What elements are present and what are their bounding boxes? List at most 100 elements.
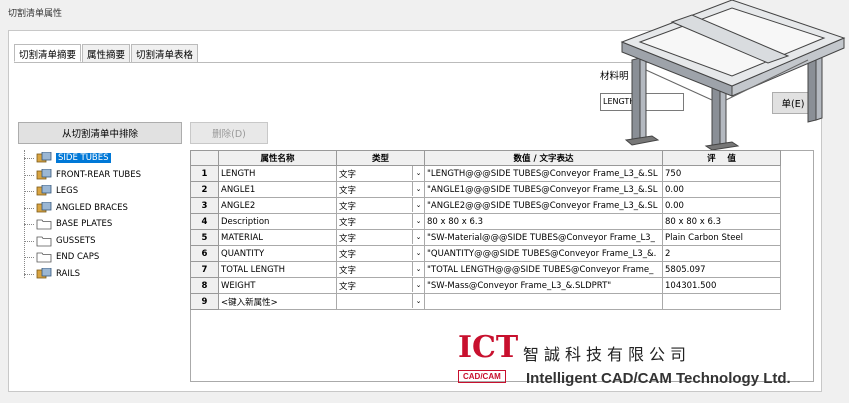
cell-property-name[interactable]: ANGLE2 <box>218 197 337 214</box>
cell-expression[interactable]: "QUANTITY@@@SIDE TUBES@Conveyor Frame_L3… <box>424 245 663 262</box>
table-row: 8 WEIGHT 文字 ⌄ "SW-Mass@Conveyor Frame_L3_… <box>190 277 781 294</box>
folder-icon <box>36 236 52 247</box>
ict-logo: ICT <box>458 330 519 365</box>
cell-expression[interactable] <box>424 293 663 310</box>
chevron-down-icon[interactable]: ⌄ <box>412 294 424 308</box>
company-name-en: Intelligent CAD/CAM Technology Ltd. <box>526 370 791 387</box>
folder-icon <box>36 252 52 263</box>
cell-type-value: 文字 <box>339 201 357 212</box>
tree-item-gussets[interactable]: GUSSETS <box>24 233 188 250</box>
tree-item-angled-braces[interactable]: ANGLED BRACES <box>24 200 188 217</box>
chevron-down-icon[interactable]: ⌄ <box>412 246 424 260</box>
cell-expression[interactable]: 80 x 80 x 6.3 <box>424 213 663 230</box>
cell-property-name[interactable]: MATERIAL <box>218 229 337 246</box>
chevron-down-icon[interactable]: ⌄ <box>412 214 424 228</box>
cutlist-tree: SIDE TUBES FRONT-REAR TUBES LEGS ANGLED … <box>24 150 188 382</box>
delete-button[interactable]: 删除(D) <box>190 122 268 144</box>
cell-type[interactable]: 文字 ⌄ <box>336 197 425 214</box>
table-row: 2 ANGLE1 文字 ⌄ "ANGLE1@@@SIDE TUBES@Convey… <box>190 181 781 198</box>
header-type[interactable]: 类型 <box>336 150 425 166</box>
chevron-down-icon[interactable]: ⌄ <box>412 166 424 180</box>
cell-type-value: 文字 <box>339 281 357 292</box>
tree-item-base-plates[interactable]: BASE PLATES <box>24 216 188 233</box>
cell-expression[interactable]: "TOTAL LENGTH@@@SIDE TUBES@Conveyor Fram… <box>424 261 663 278</box>
tab-cutlist-summary[interactable]: 切割清单摘要 <box>14 44 82 62</box>
cell-evaluated-value: 0.00 <box>662 181 781 198</box>
cell-type-value: 文字 <box>339 265 357 276</box>
row-number[interactable]: 4 <box>190 213 219 230</box>
cell-evaluated-value: 0.00 <box>662 197 781 214</box>
cell-expression[interactable]: "SW-Material@@@SIDE TUBES@Conveyor Frame… <box>424 229 663 246</box>
folder-icon <box>36 219 52 230</box>
cell-property-name[interactable]: WEIGHT <box>218 277 337 294</box>
tree-item-label: ANGLED BRACES <box>56 202 128 213</box>
conveyor-frame-preview <box>620 0 846 150</box>
row-number[interactable]: 6 <box>190 245 219 262</box>
tree-item-label: GUSSETS <box>56 235 96 246</box>
tree-item-front-rear-tubes[interactable]: FRONT-REAR TUBES <box>24 167 188 184</box>
chevron-down-icon[interactable]: ⌄ <box>412 278 424 292</box>
row-number[interactable]: 2 <box>190 181 219 198</box>
row-number[interactable]: 9 <box>190 293 219 310</box>
tree-item-label: END CAPS <box>56 252 100 263</box>
weldment-icon <box>36 185 52 196</box>
row-number[interactable]: 3 <box>190 197 219 214</box>
tree-item-side-tubes[interactable]: SIDE TUBES <box>24 150 188 167</box>
tree-item-label: LEGS <box>56 186 79 197</box>
cell-evaluated-value: 104301.500 <box>662 277 781 294</box>
header-expression[interactable]: 数值 / 文字表达 <box>424 150 663 166</box>
cell-type-value: 文字 <box>339 233 357 244</box>
header-property-name[interactable]: 属性名称 <box>218 150 337 166</box>
chevron-down-icon[interactable]: ⌄ <box>412 230 424 244</box>
cell-type[interactable]: 文字 ⌄ <box>336 261 425 278</box>
cell-property-name[interactable]: LENGTH <box>218 165 337 182</box>
cell-type[interactable]: 文字 ⌄ <box>336 213 425 230</box>
row-number[interactable]: 8 <box>190 277 219 294</box>
tab-property-summary[interactable]: 属性摘要 <box>82 44 131 62</box>
chevron-down-icon[interactable]: ⌄ <box>412 262 424 276</box>
tree-item-rails[interactable]: RAILS <box>24 266 188 283</box>
cell-evaluated-value <box>662 293 781 310</box>
cell-expression[interactable]: "SW-Mass@Conveyor Frame_L3_&.SLDPRT" <box>424 277 663 294</box>
cell-expression[interactable]: "ANGLE2@@@SIDE TUBES@Conveyor Frame_L3_&… <box>424 197 663 214</box>
cell-evaluated-value: 2 <box>662 245 781 262</box>
cell-type[interactable]: 文字 ⌄ <box>336 165 425 182</box>
table-row: 7 TOTAL LENGTH 文字 ⌄ "TOTAL LENGTH@@@SIDE … <box>190 261 781 278</box>
cell-type[interactable]: ⌄ <box>336 293 425 310</box>
exclude-from-cutlist-button[interactable]: 从切割清单中排除 <box>18 122 182 144</box>
tree-item-legs[interactable]: LEGS <box>24 183 188 200</box>
grid-corner <box>190 150 219 166</box>
cell-property-name[interactable]: QUANTITY <box>218 245 337 262</box>
chevron-down-icon[interactable]: ⌄ <box>412 182 424 196</box>
grid-header-row: 属性名称 类型 数值 / 文字表达 评 值 <box>190 150 781 166</box>
table-row: 6 QUANTITY 文字 ⌄ "QUANTITY@@@SIDE TUBES@Co… <box>190 245 781 262</box>
header-evaluated-value[interactable]: 评 值 <box>662 150 781 166</box>
cell-type[interactable]: 文字 ⌄ <box>336 245 425 262</box>
cadcam-badge: CAD/CAM <box>458 370 506 383</box>
tab-cutlist-table[interactable]: 切割清单表格 <box>131 44 199 62</box>
cell-type-value: 文字 <box>339 169 357 180</box>
cell-type[interactable]: 文字 ⌄ <box>336 277 425 294</box>
tab-bar: 切割清单摘要 属性摘要 切割清单表格 <box>14 44 199 62</box>
chevron-down-icon[interactable]: ⌄ <box>412 198 424 212</box>
cell-type[interactable]: 文字 ⌄ <box>336 181 425 198</box>
row-number[interactable]: 1 <box>190 165 219 182</box>
cell-property-name[interactable]: TOTAL LENGTH <box>218 261 337 278</box>
cell-property-name[interactable]: ANGLE1 <box>218 181 337 198</box>
row-number[interactable]: 5 <box>190 229 219 246</box>
cell-type[interactable]: 文字 ⌄ <box>336 229 425 246</box>
table-row-new: 9 <键入新属性> ⌄ <box>190 293 781 310</box>
cell-expression[interactable]: "LENGTH@@@SIDE TUBES@Conveyor Frame_L3_&… <box>424 165 663 182</box>
cell-type-value: 文字 <box>339 249 357 260</box>
weldment-icon <box>36 201 52 213</box>
cell-evaluated-value: 5805.097 <box>662 261 781 278</box>
table-row: 1 LENGTH 文字 ⌄ "LENGTH@@@SIDE TUBES@Convey… <box>190 165 781 182</box>
tree-item-end-caps[interactable]: END CAPS <box>24 249 188 266</box>
cell-expression[interactable]: "ANGLE1@@@SIDE TUBES@Conveyor Frame_L3_&… <box>424 181 663 198</box>
new-property-input[interactable]: <键入新属性> <box>218 293 337 310</box>
cell-evaluated-value: 750 <box>662 165 781 182</box>
window-title: 切割清单属性 <box>8 9 63 19</box>
cell-property-name[interactable]: Description <box>218 213 337 230</box>
tree-item-label: FRONT-REAR TUBES <box>56 169 142 180</box>
row-number[interactable]: 7 <box>190 261 219 278</box>
